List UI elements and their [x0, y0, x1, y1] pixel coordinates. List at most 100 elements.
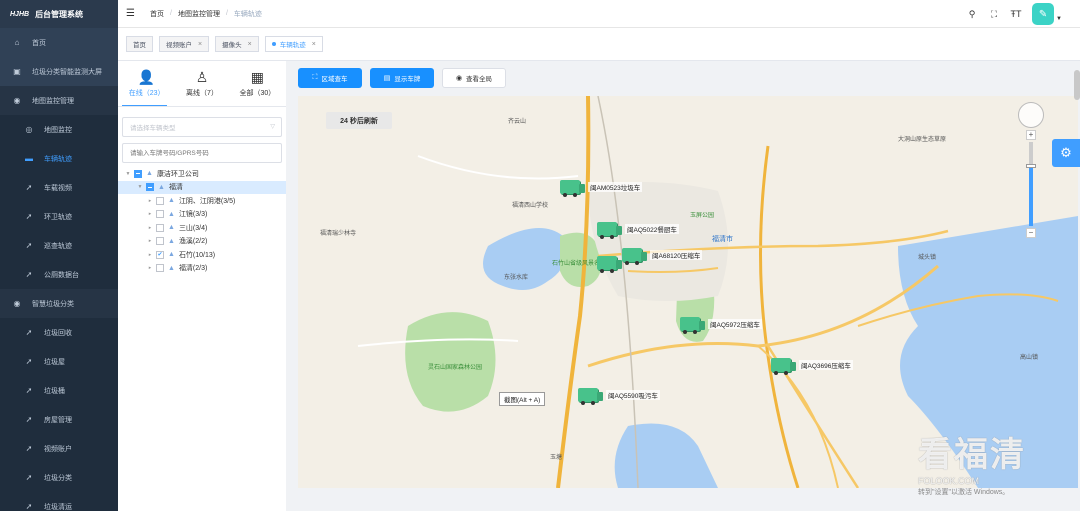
tree-checkbox-checked[interactable]: ✔ — [156, 250, 164, 259]
caret-right-icon[interactable]: ▸ — [146, 238, 154, 244]
sidebar-item-patrol-track[interactable]: ➚ 巡查轨迹 — [0, 231, 118, 260]
tree-node-shizhu[interactable]: ▸ ✔ ▲ 石竹(10/13) — [118, 248, 286, 262]
gear-icon: ⚙ — [1060, 145, 1072, 160]
send-icon: ➚ — [25, 473, 33, 482]
show-plate-button[interactable]: ▤ 显示车牌 — [370, 68, 434, 88]
tree-node-sanshan[interactable]: ▸ ▲ 三山(3/4) — [118, 221, 286, 235]
tree-node-fuqing-sub[interactable]: ▸ ▲ 福清(2/3) — [118, 262, 286, 276]
vehicle-marker[interactable]: 闽AQ3696压缩车 — [771, 358, 853, 375]
caret-down-icon[interactable]: ▼ — [136, 184, 144, 190]
tree-node-jiangyin[interactable]: ▸ ▲ 江阴、江阴港(3/5) — [118, 194, 286, 208]
caret-right-icon[interactable]: ▸ — [146, 265, 154, 271]
watermark-logo: 看福清 — [918, 436, 1026, 474]
place-label[interactable]: 灵石山国家森林公园 — [428, 362, 482, 371]
location-icon: ◎ — [25, 125, 33, 134]
map-compass-control[interactable] — [1018, 102, 1044, 128]
breadcrumb-map-monitoring[interactable]: 地图监控管理 — [178, 9, 220, 19]
send-icon: ➚ — [25, 241, 33, 250]
settings-gear-button[interactable]: ⚙ — [1052, 139, 1080, 167]
sidebar-item-toilet-data[interactable]: ➚ 公厕数据台 — [0, 260, 118, 289]
fullscreen-icon[interactable]: ⛶ — [986, 9, 1002, 20]
search-icon[interactable]: ⚲ — [964, 9, 980, 20]
tree-checkbox[interactable] — [134, 169, 142, 178]
caret-right-icon[interactable]: ▸ — [146, 225, 154, 231]
place-label[interactable]: 玉屏公园 — [690, 210, 714, 219]
sidebar-item-map-monitor[interactable]: ◎ 地图监控 — [0, 115, 118, 144]
sidebar-item-waste-sorting[interactable]: ➚ 垃圾分类 — [0, 463, 118, 492]
vehicle-marker[interactable]: 闽AQ5590吸污车 — [578, 388, 660, 405]
tab-all[interactable]: ▦ 全部（30） — [239, 69, 275, 105]
sidebar-item-smart-sorting[interactable]: ◉ 智慧垃圾分类 — [0, 289, 118, 318]
tree-checkbox[interactable] — [156, 264, 164, 273]
tab-online[interactable]: 👤 在线（23） — [129, 69, 165, 105]
zoom-slider-handle[interactable] — [1026, 164, 1036, 168]
chevron-down-icon[interactable]: ▼ — [1056, 16, 1062, 22]
plate-search-input[interactable] — [122, 143, 282, 163]
place-label[interactable]: 大洞山原生态草原 — [898, 134, 946, 143]
hamburger-icon[interactable]: ☰ — [126, 8, 140, 19]
user-outline-icon: ♙ — [195, 69, 209, 85]
tag-vehicle-track[interactable]: 车辆轨迹 × — [264, 36, 323, 52]
sidebar-item-waste-house[interactable]: ➚ 垃圾屋 — [0, 347, 118, 376]
sidebar-item-map-monitoring[interactable]: ◉ 地图监控管理 — [0, 86, 118, 115]
zoom-slider[interactable] — [1026, 142, 1036, 226]
sidebar-item-waste-recycling[interactable]: ➚ 垃圾回收 — [0, 318, 118, 347]
tree-node-yuxi[interactable]: ▸ ▲ 渔溪(2/2) — [118, 235, 286, 249]
breadcrumb-home[interactable]: 首页 — [150, 9, 164, 19]
vehicle-plate-label: 闽AQ5022餐厨车 — [625, 224, 679, 234]
send-icon: ➚ — [25, 357, 33, 366]
tree-checkbox[interactable] — [156, 237, 164, 246]
tree-node-fuqing[interactable]: ▼ ▲ 福清 — [118, 180, 286, 194]
caret-right-icon[interactable]: ▸ — [146, 211, 154, 217]
tag-video-account[interactable]: 视频账户 × — [159, 36, 210, 52]
page-scrollbar[interactable] — [1074, 70, 1080, 100]
place-label[interactable]: 城头镇 — [918, 252, 936, 261]
send-icon: ➚ — [25, 386, 33, 395]
place-label[interactable]: 高山镇 — [1020, 352, 1038, 361]
close-icon[interactable]: × — [248, 41, 252, 48]
sidebar-item-vehicle-track[interactable]: ▬ 车辆轨迹 — [0, 144, 118, 173]
vehicle-marker[interactable]: 闽AQ5972压缩车 — [680, 317, 762, 334]
vehicle-marker[interactable] — [597, 256, 622, 273]
tree-node-jiangjing[interactable]: ▸ ▲ 江镜(3/3) — [118, 208, 286, 222]
place-label[interactable]: 齐云山 — [508, 116, 526, 125]
sidebar-item-vehicle-video[interactable]: ➚ 车载视频 — [0, 173, 118, 202]
close-icon[interactable]: × — [312, 41, 316, 48]
place-label[interactable]: 玉塘 — [550, 452, 562, 461]
place-label[interactable]: 福清西山学校 — [512, 200, 548, 209]
sidebar-item-waste-bin[interactable]: ➚ 垃圾桶 — [0, 376, 118, 405]
place-label[interactable]: 东张水库 — [504, 272, 528, 281]
tab-offline[interactable]: ♙ 离线（7） — [186, 69, 218, 105]
area-search-button[interactable]: ⛶ 区域查车 — [298, 68, 362, 88]
zoom-out-button[interactable]: − — [1026, 228, 1036, 238]
brand-title: 后台管理系统 — [35, 9, 84, 19]
close-icon[interactable]: × — [198, 41, 202, 48]
place-label[interactable]: 福清瑞少林寺 — [320, 228, 356, 237]
font-size-icon[interactable]: ŦT — [1008, 9, 1024, 19]
sidebar-item-home[interactable]: ⌂ 首页 — [0, 28, 118, 57]
caret-right-icon[interactable]: ▸ — [146, 198, 154, 204]
vehicle-type-select[interactable]: 请选择车辆类型 ▽ — [122, 117, 282, 137]
tag-camera[interactable]: 摄像头 × — [215, 36, 259, 52]
sidebar-item-house-management[interactable]: ➚ 房屋管理 — [0, 405, 118, 434]
avatar[interactable]: ✎ — [1032, 3, 1055, 25]
monitor-icon: ▣ — [13, 67, 21, 76]
sidebar-item-waste-transport[interactable]: ➚ 垃圾清运 — [0, 492, 118, 511]
zoom-in-button[interactable]: + — [1026, 130, 1036, 140]
caret-right-icon[interactable]: ▸ — [146, 252, 154, 258]
vehicle-marker[interactable]: 闽AM0523垃圾车 — [560, 180, 643, 197]
sidebar-item-sanitation-track[interactable]: ➚ 环卫轨迹 — [0, 202, 118, 231]
sidebar-item-video-account[interactable]: ➚ 视频账户 — [0, 434, 118, 463]
vehicle-marker[interactable]: 闽A68120压缩车 — [622, 248, 703, 265]
tree-node-company[interactable]: ▼ ▲ 康洁环卫公司 — [118, 167, 286, 181]
caret-down-icon[interactable]: ▼ — [124, 171, 132, 177]
tag-home[interactable]: 首页 — [126, 36, 153, 52]
view-all-button[interactable]: ◉ 查看全局 — [442, 68, 506, 88]
place-label[interactable]: 福清市 — [712, 234, 733, 244]
tree-checkbox[interactable] — [146, 183, 154, 192]
vehicle-marker[interactable]: 闽AQ5022餐厨车 — [597, 222, 679, 239]
tree-checkbox[interactable] — [156, 223, 164, 232]
sidebar-item-dashboard[interactable]: ▣ 垃圾分类智能监测大屏 — [0, 57, 118, 86]
tree-checkbox[interactable] — [156, 196, 164, 205]
tree-checkbox[interactable] — [156, 210, 164, 219]
